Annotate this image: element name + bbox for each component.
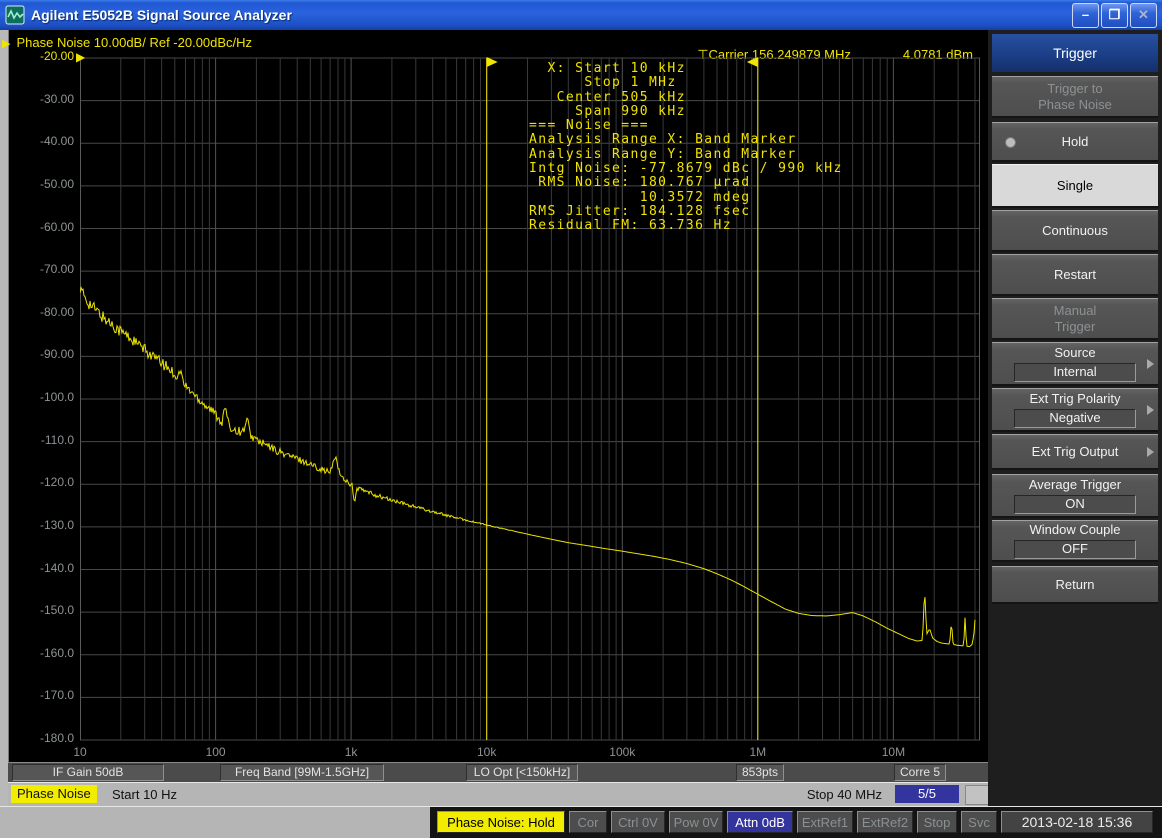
y-axis-tick-label: -20.00	[6, 49, 74, 63]
x-axis-tick-label: 100	[186, 745, 246, 759]
x-axis-tick-label: 1M	[728, 745, 788, 759]
softkey-value: Internal	[1014, 363, 1136, 382]
window-titlebar: Agilent E5052B Signal Source Analyzer –❐…	[0, 0, 1162, 30]
clock-indicator: 2013-02-18 15:36	[1001, 811, 1153, 833]
submenu-arrow-icon	[1147, 447, 1154, 457]
indicator-extref2: ExtRef2	[857, 811, 913, 833]
noise-analysis-readout: X: Start 10 kHz Stop 1 MHz Center 505 kH…	[529, 62, 843, 234]
settings-chip: IF Gain 50dB	[12, 764, 164, 781]
window-controls: –❐✕	[1072, 3, 1157, 28]
submenu-arrow-icon	[1147, 405, 1154, 415]
window-title: Agilent E5052B Signal Source Analyzer	[31, 7, 292, 23]
softkey-label: Window Couple	[1029, 522, 1120, 538]
minimize-button[interactable]: –	[1072, 3, 1099, 28]
softkey-source[interactable]: Source Internal	[992, 342, 1158, 386]
restore-button[interactable]: ❐	[1101, 3, 1128, 28]
measurement-type-badge: Phase Noise	[11, 785, 97, 803]
indicator-pow-0v: Pow 0V	[669, 811, 723, 833]
y-axis-tick-label: -100.0	[6, 390, 74, 404]
softkey-label: Ext Trig Polarity	[1029, 391, 1120, 407]
indicator-svc: Svc	[961, 811, 997, 833]
settings-chip: 853pts	[736, 764, 784, 781]
softkey-label: Manual Trigger	[1054, 303, 1097, 335]
trace-scale-readout: ▶Phase Noise 10.00dB/ Ref -20.00dBc/Hz	[2, 35, 252, 50]
average-count-badge: 5/5	[895, 785, 959, 803]
softkey-restart[interactable]: Restart	[992, 254, 1158, 296]
y-axis-tick-label: -90.00	[6, 347, 74, 361]
softkey-return[interactable]: Return	[992, 566, 1158, 604]
y-axis-tick-label: -120.0	[6, 475, 74, 489]
y-axis-tick-label: -80.00	[6, 305, 74, 319]
softkey-label: Hold	[1062, 134, 1089, 150]
y-axis-tick-label: -180.0	[6, 731, 74, 745]
softkey-label: Single	[1057, 178, 1093, 194]
softkey-average-trigger[interactable]: Average Trigger ON	[992, 474, 1158, 518]
x-axis-tick-label: 10k	[457, 745, 517, 759]
y-axis-tick-label: -140.0	[6, 561, 74, 575]
submenu-arrow-icon	[1147, 359, 1154, 369]
softkey-label: Ext Trig Output	[1032, 444, 1119, 460]
softkey-menu-title: Trigger	[992, 34, 1158, 72]
softkey-single[interactable]: Single	[992, 164, 1158, 208]
softkey-hold[interactable]: Hold	[992, 122, 1158, 162]
y-axis-tick-label: -150.0	[6, 603, 74, 617]
softkey-label: Source	[1054, 345, 1095, 361]
measurement-settings-bar: IF Gain 50dB Freq Band [99M-1.5GHz] LO Opt…	[8, 762, 988, 783]
softkey-value: ON	[1014, 495, 1136, 514]
indicator-extref1: ExtRef1	[797, 811, 853, 833]
sweep-stop-label: Stop 40 MHz	[807, 787, 882, 802]
settings-chip: LO Opt [<150kHz]	[466, 764, 578, 781]
indicator-ctrl-0v: Ctrl 0V	[611, 811, 665, 833]
ref-level-marker-icon: ▶	[76, 50, 85, 64]
softkey-label: Continuous	[1042, 223, 1108, 239]
close-button[interactable]: ✕	[1130, 3, 1157, 28]
softkey-label: Restart	[1054, 267, 1096, 283]
softkey-value: Negative	[1014, 409, 1136, 428]
y-axis-tick-label: -170.0	[6, 688, 74, 702]
softkey-trigger-to-phase-noise[interactable]: Trigger to Phase Noise	[992, 76, 1158, 118]
softkey-manual-trigger[interactable]: Manual Trigger	[992, 298, 1158, 340]
sweep-range-bar: Phase Noise Start 10 Hz Stop 40 MHz 5/5	[8, 782, 988, 807]
indicator-stop: Stop	[917, 811, 957, 833]
sweep-start-label: Start 10 Hz	[112, 787, 177, 802]
y-axis-tick-label: -130.0	[6, 518, 74, 532]
softkey-continuous[interactable]: Continuous	[992, 210, 1158, 252]
y-axis-tick-label: -70.00	[6, 262, 74, 276]
indicator-phase-noise-hold: Phase Noise: Hold	[437, 811, 565, 833]
y-axis-tick-label: -110.0	[6, 433, 74, 447]
x-axis-tick-label: 10M	[863, 745, 923, 759]
softkey-ext-trig-polarity[interactable]: Ext Trig Polarity Negative	[992, 388, 1158, 432]
y-axis-tick-label: -60.00	[6, 220, 74, 234]
y-axis-tick-label: -30.00	[6, 92, 74, 106]
x-axis-tick-label: 100k	[592, 745, 652, 759]
softkey-label: Return	[1055, 577, 1094, 593]
x-axis-tick-label: 10	[50, 745, 110, 759]
softkey-value: OFF	[1014, 540, 1136, 559]
settings-chip: Corre 5	[894, 764, 946, 781]
settings-chip: Freq Band [99M-1.5GHz]	[220, 764, 384, 781]
status-taskbar: Phase Noise: HoldCorCtrl 0VPow 0VAttn 0d…	[0, 806, 1162, 838]
indicator-cor: Cor	[569, 811, 607, 833]
softkey-menu: Trigger Trigger to Phase Noise Hold Single…	[988, 30, 1162, 806]
softkey-ext-trig-output[interactable]: Ext Trig Output	[992, 434, 1158, 470]
softkey-label: Average Trigger	[1029, 477, 1121, 493]
y-axis-tick-label: -50.00	[6, 177, 74, 191]
indicator-attn-0db: Attn 0dB	[727, 811, 793, 833]
trace-scale-label: Phase Noise 10.00dB/ Ref -20.00dBc/Hz	[16, 35, 252, 50]
y-axis-tick-label: -160.0	[6, 646, 74, 660]
softkey-window-couple[interactable]: Window Couple OFF	[992, 520, 1158, 562]
status-boxlet	[965, 785, 989, 805]
x-axis-tick-label: 1k	[321, 745, 381, 759]
radio-dot-icon	[1005, 137, 1016, 148]
y-axis-tick-label: -40.00	[6, 134, 74, 148]
analyzer-window: Agilent E5052B Signal Source Analyzer –❐…	[0, 0, 1162, 838]
app-icon	[5, 5, 25, 25]
softkey-label: Trigger to Phase Noise	[1038, 81, 1112, 113]
